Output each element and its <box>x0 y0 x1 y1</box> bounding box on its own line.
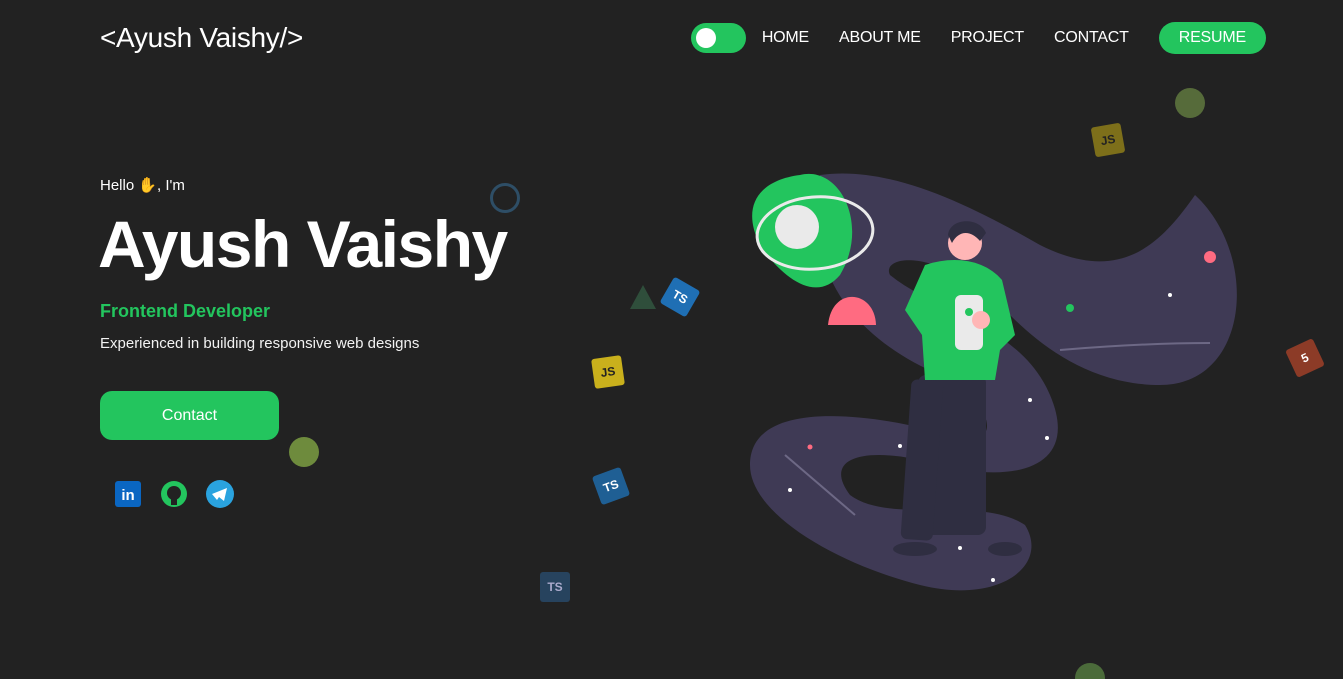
ts-icon: TS <box>591 466 631 506</box>
hero-tagline: Experienced in building responsive web d… <box>100 335 420 352</box>
nav-project[interactable]: PROJECT <box>951 29 1024 47</box>
html5-icon: 5 <box>1285 338 1325 378</box>
social-links: in <box>113 479 235 509</box>
site-logo[interactable]: <Ayush Vaishy/> <box>100 22 303 54</box>
wave-icon: ✋ <box>138 177 158 194</box>
linkedin-icon[interactable]: in <box>113 479 143 509</box>
greeting: Hello ✋, I'm <box>100 176 185 194</box>
toggle-knob <box>695 28 716 48</box>
telegram-icon[interactable] <box>205 479 235 509</box>
js-icon: JS <box>1090 122 1126 158</box>
greeting-text: Hello <box>100 177 135 194</box>
hero-name: Ayush Vaishy <box>98 207 508 281</box>
hero-illustration <box>740 165 1260 610</box>
greeting-after: , I'm <box>157 177 185 194</box>
js-icon: JS <box>591 355 625 389</box>
ts-icon: TS <box>540 572 570 602</box>
github-icon[interactable] <box>159 479 189 509</box>
resume-button[interactable]: RESUME <box>1158 22 1266 54</box>
vue-icon <box>628 281 658 311</box>
bun-icon <box>289 437 319 467</box>
nav-home[interactable]: HOME <box>762 29 809 47</box>
main-nav: HOME ABOUT ME PROJECT CONTACT RESUME <box>690 22 1266 54</box>
contact-button[interactable]: Contact <box>100 391 279 440</box>
wordpress-icon <box>490 183 520 213</box>
nav-contact[interactable]: CONTACT <box>1054 29 1129 47</box>
bun-icon <box>1175 88 1205 118</box>
nav-about[interactable]: ABOUT ME <box>839 29 921 47</box>
node-icon <box>1075 663 1105 679</box>
theme-toggle[interactable] <box>690 23 746 53</box>
ts-icon: TS <box>659 276 701 318</box>
svg-text:in: in <box>121 487 134 504</box>
hero-role: Frontend Developer <box>100 301 271 321</box>
